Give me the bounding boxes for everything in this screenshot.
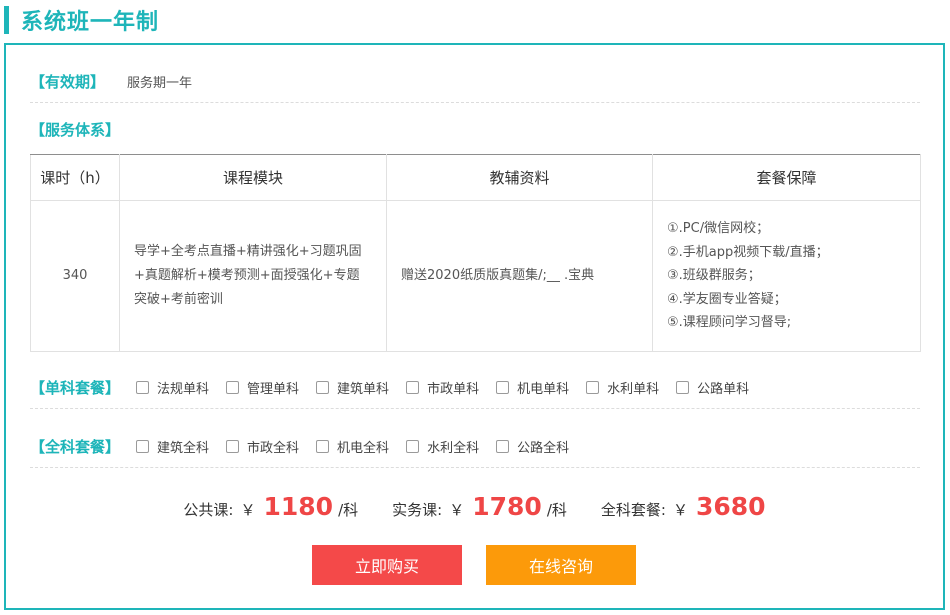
price-unit: /科 xyxy=(546,501,567,519)
price-amount: 1180 xyxy=(263,492,334,521)
option-label: 水利单科 xyxy=(607,382,660,397)
price-full: 全科套餐: ￥ 3680 xyxy=(601,492,766,521)
full-option-highway[interactable]: 公路全科 xyxy=(496,437,569,456)
currency-symbol: ￥ xyxy=(449,501,465,519)
full-option-water[interactable]: 水利全科 xyxy=(406,437,479,456)
single-option-building[interactable]: 建筑单科 xyxy=(316,378,389,397)
price-public: 公共课: ￥ 1180 /科 xyxy=(183,492,358,521)
product-panel: 【有效期】 服务期一年 【服务体系】 课时（h） 课程模块 教辅资料 套餐保障 … xyxy=(4,43,945,610)
guarantee-item: ④.学友圈专业答疑； xyxy=(667,291,787,307)
title-accent-bar xyxy=(4,6,9,34)
checkbox[interactable] xyxy=(406,381,420,394)
checkbox[interactable] xyxy=(136,440,150,453)
option-label: 公路单科 xyxy=(697,382,750,397)
full-package-row: 【全科套餐】 建筑全科 市政全科 机电全科 水利全科 公路全科 xyxy=(30,426,920,468)
single-option-water[interactable]: 水利单科 xyxy=(586,378,659,397)
option-label: 市政全科 xyxy=(247,441,300,456)
checkbox[interactable] xyxy=(586,381,600,394)
validity-value: 服务期一年 xyxy=(127,76,193,91)
checkbox[interactable] xyxy=(226,440,240,453)
price-label: 全科套餐: xyxy=(600,501,666,519)
checkbox[interactable] xyxy=(496,381,510,394)
option-label: 机电单科 xyxy=(517,382,570,397)
validity-label: 【有效期】 xyxy=(30,73,106,91)
price-unit: /科 xyxy=(338,501,359,519)
cell-material: 赠送2020纸质版真题集/;__ .宝典 xyxy=(386,200,653,352)
header-course: 课程模块 xyxy=(119,154,387,201)
header-material: 教辅资料 xyxy=(386,154,653,201)
checkbox[interactable] xyxy=(136,381,150,394)
option-label: 公路全科 xyxy=(517,441,570,456)
option-label: 水利全科 xyxy=(427,441,480,456)
service-table: 课时（h） 课程模块 教辅资料 套餐保障 340 导学+全考点直播+精讲强化+习… xyxy=(30,154,921,352)
option-label: 机电全科 xyxy=(337,441,390,456)
single-option-regulations[interactable]: 法规单科 xyxy=(136,378,209,397)
page-title: 系统班一年制 xyxy=(21,10,160,35)
guarantee-item: ⑤.课程顾问学习督导; xyxy=(667,315,792,331)
checkbox[interactable] xyxy=(676,381,690,394)
option-label: 建筑全科 xyxy=(157,441,210,456)
price-amount: 3680 xyxy=(695,492,766,521)
cell-guarantee: ①.PC/微信网校； ②.手机app视频下载/直播； ③.班级群服务； ④.学友… xyxy=(652,200,921,352)
full-option-building[interactable]: 建筑全科 xyxy=(136,437,209,456)
single-option-municipal[interactable]: 市政单科 xyxy=(406,378,479,397)
buy-now-button[interactable]: 立即购买 xyxy=(312,545,462,585)
price-label: 公共课: xyxy=(183,501,234,519)
currency-symbol: ￥ xyxy=(672,501,688,519)
cell-hours: 340 xyxy=(30,200,120,352)
option-label: 管理单科 xyxy=(247,382,300,397)
checkbox[interactable] xyxy=(316,440,330,453)
single-package-label: 【单科套餐】 xyxy=(30,379,121,397)
checkbox[interactable] xyxy=(226,381,240,394)
option-label: 建筑单科 xyxy=(337,382,390,397)
checkbox[interactable] xyxy=(496,440,510,453)
checkbox[interactable] xyxy=(316,381,330,394)
header-guarantee: 套餐保障 xyxy=(652,154,921,201)
guarantee-item: ①.PC/微信网校； xyxy=(667,221,770,237)
single-option-electromechanical[interactable]: 机电单科 xyxy=(496,378,569,397)
checkbox[interactable] xyxy=(406,440,420,453)
header-hours: 课时（h） xyxy=(30,154,120,201)
guarantee-item: ②.手机app视频下载/直播； xyxy=(667,244,829,260)
service-label: 【服务体系】 xyxy=(30,120,121,139)
option-label: 法规单科 xyxy=(157,382,210,397)
table-header-row: 课时（h） 课程模块 教辅资料 套餐保障 xyxy=(30,154,921,201)
page-header: 系统班一年制 xyxy=(0,4,950,36)
table-row: 340 导学+全考点直播+精讲强化+习题巩固+真题解析+模考预测+面授强化+专题… xyxy=(30,200,921,352)
price-label: 实务课: xyxy=(392,501,443,519)
online-consult-button[interactable]: 在线咨询 xyxy=(486,545,636,585)
price-row: 公共课: ￥ 1180 /科 实务课: ￥ 1780 /科 全科套餐: ￥ 36… xyxy=(6,492,943,532)
price-amount: 1780 xyxy=(472,492,542,521)
validity-row: 【有效期】 服务期一年 xyxy=(30,61,920,103)
full-option-municipal[interactable]: 市政全科 xyxy=(226,437,299,456)
guarantee-item: ③.班级群服务； xyxy=(667,268,761,284)
single-option-highway[interactable]: 公路单科 xyxy=(676,378,749,397)
full-option-electromechanical[interactable]: 机电全科 xyxy=(316,437,389,456)
full-package-label: 【全科套餐】 xyxy=(30,438,121,456)
single-package-row: 【单科套餐】 法规单科 管理单科 建筑单科 市政单科 机电单科 水利单科 公路单… xyxy=(30,367,920,409)
price-practice: 实务课: ￥ 1780 /科 xyxy=(392,492,567,521)
single-option-management[interactable]: 管理单科 xyxy=(226,378,299,397)
currency-symbol: ￥ xyxy=(240,501,256,519)
option-label: 市政单科 xyxy=(427,382,480,397)
service-row: 【服务体系】 xyxy=(30,115,120,143)
cell-course: 导学+全考点直播+精讲强化+习题巩固+真题解析+模考预测+面授强化+专题突破+考… xyxy=(119,200,387,352)
